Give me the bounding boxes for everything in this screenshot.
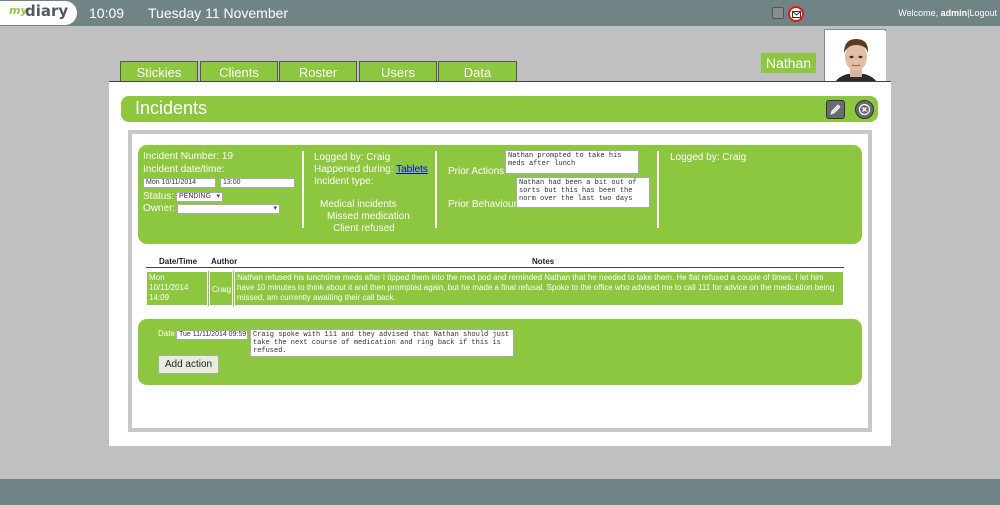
welcome-prefix: Welcome, — [898, 8, 941, 18]
top-bar: my diary 10:09 Tuesday 11 November Welco… — [0, 0, 1000, 26]
action-text-field[interactable]: Craig spoke with 111 and they advised th… — [250, 329, 514, 357]
main-panel: Incidents Incident Number: 19 Incident d… — [109, 81, 891, 446]
owner-select[interactable] — [177, 204, 280, 214]
incident-detail-frame: Incident Number: 19 Incident date/time: … — [128, 130, 872, 432]
clock: 10:09 — [89, 5, 125, 21]
incident-date-field[interactable]: Mon 10/11/2014 — [143, 178, 216, 188]
incident-type-item: Client refused — [333, 223, 395, 234]
tab-stickies[interactable]: Stickies — [120, 61, 198, 83]
col-header-notes: Notes — [532, 257, 555, 266]
logout-link[interactable]: Logout — [969, 8, 997, 18]
add-action-block: Date Tue 11/11/2014 09:59 Craig spoke wi… — [138, 319, 862, 385]
page-header: Incidents — [121, 96, 878, 122]
status-label: Status: — [143, 191, 175, 202]
happened-during-label: Happened during: Tablets — [314, 164, 428, 175]
col-header-author: Author — [211, 257, 238, 266]
happened-during-link[interactable]: Tablets — [396, 164, 428, 175]
column-divider — [302, 151, 304, 228]
col-header-datetime: Date/Time — [159, 257, 198, 266]
notes-icon[interactable] — [772, 7, 784, 19]
prior-behaviour-field[interactable]: Nathan had been a bit out of sorts but t… — [516, 177, 650, 208]
incident-info-block: Incident Number: 19 Incident date/time: … — [138, 145, 862, 244]
owner-label: Owner: — [143, 203, 176, 214]
table-row[interactable]: Mon 10/11/2014 14:09 Craig Nathan refuse… — [146, 271, 844, 306]
page-title: Incidents — [135, 98, 208, 118]
column-divider — [657, 151, 659, 228]
incident-time-field[interactable]: 13:00 — [220, 178, 295, 188]
table-header-rule — [146, 267, 844, 268]
prior-behaviour-label: Prior Behaviour: — [448, 199, 520, 210]
client-name: Nathan — [761, 53, 816, 73]
tab-roster[interactable]: Roster — [279, 61, 357, 83]
action-date-label: Date — [158, 329, 175, 338]
welcome-username: admin — [940, 8, 968, 18]
cell-datetime: Mon 10/11/2014 14:09 — [146, 271, 208, 306]
prior-actions-field[interactable]: Nathan prompted to take his meds after l… — [505, 150, 639, 174]
current-date: Tuesday 11 November — [148, 5, 289, 21]
incident-number: Incident Number: 19 — [143, 151, 234, 162]
cell-author: Craig — [209, 271, 233, 306]
pencil-icon[interactable] — [826, 100, 845, 119]
tab-data[interactable]: Data — [438, 61, 517, 83]
incident-datetime-label: Incident date/time: — [143, 164, 225, 175]
prior-actions-label: Prior Actions: — [448, 166, 507, 177]
column-divider — [435, 151, 437, 228]
incident-type-label: Incident type: — [314, 176, 374, 187]
tab-users[interactable]: Users — [359, 61, 437, 83]
happened-during-text: Happened during: — [314, 164, 394, 175]
logo-diary: diary — [25, 2, 69, 20]
incident-type-item: Medical incidents — [320, 199, 397, 210]
welcome-text: Welcome, admin|Logout — [898, 8, 997, 18]
app-logo[interactable]: my diary — [0, 1, 77, 25]
action-date-field[interactable]: Tue 11/11/2014 09:59 — [176, 330, 248, 340]
logged-by: Logged by: Craig — [314, 152, 391, 163]
bottom-bar — [0, 479, 1000, 505]
tab-clients[interactable]: Clients — [200, 61, 278, 83]
incident-type-item: Missed medication — [327, 211, 410, 222]
status-select[interactable]: PENDING — [176, 192, 223, 202]
add-action-button[interactable]: Add action — [158, 355, 219, 374]
mail-icon[interactable] — [788, 6, 804, 22]
cell-notes: Nathan refused his lunchtime meds after … — [234, 271, 844, 306]
logged-by-right: Logged by: Craig — [670, 152, 747, 163]
close-icon[interactable] — [855, 100, 874, 119]
